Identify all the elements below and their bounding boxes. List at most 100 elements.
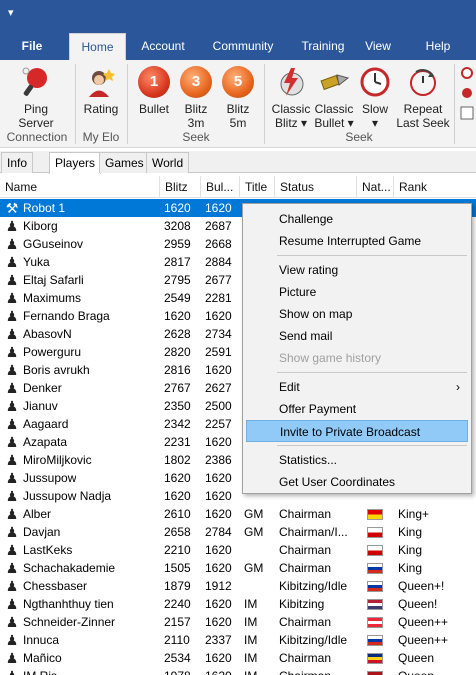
menu-item-offer-payment[interactable]: Offer Payment — [246, 398, 468, 420]
menu-item-invite-to-private-broadcast[interactable]: Invite to Private Broadcast — [246, 420, 468, 442]
cell-blitz: 2549 — [164, 291, 191, 305]
cell-blitz: 2342 — [164, 417, 191, 431]
cell-bullet: 1912 — [205, 579, 232, 593]
table-row[interactable]: ♟ Chessbaser 1879 1912 Kibitzing/Idle Queen+! — [0, 577, 476, 595]
column-header-bullet[interactable]: Bul... — [201, 176, 240, 198]
cell-blitz: 1620 — [164, 201, 191, 215]
column-header-name[interactable]: Name — [0, 176, 160, 198]
cell-name: AbasovN — [23, 327, 72, 341]
cell-status: Chairman — [279, 543, 332, 557]
cell-bullet: 1620 — [205, 597, 232, 611]
cell-name: Denker — [23, 381, 62, 395]
menu-item-show-game-history: Show game history — [246, 347, 468, 369]
cell-blitz: 2231 — [164, 435, 191, 449]
menu-item-show-on-map[interactable]: Show on map — [246, 303, 468, 325]
menu-item-statistics[interactable]: Statistics... — [246, 449, 468, 471]
menu-item-label: Challenge — [279, 212, 334, 226]
tab-help[interactable]: Help — [420, 33, 456, 60]
tab-games[interactable]: Games — [99, 152, 150, 173]
blitz-5m-button[interactable]: 5 Blitz 5m — [218, 64, 258, 130]
cell-bullet: 1620 — [205, 489, 232, 503]
ping-server-button[interactable]: Ping Server — [10, 64, 62, 130]
column-header-rank[interactable]: Rank — [394, 176, 476, 198]
cell-bullet: 2627 — [205, 381, 232, 395]
tab-account[interactable]: Account — [134, 33, 192, 60]
menu-item-label: Edit — [279, 380, 300, 394]
slow-button[interactable]: Slow ▾ — [356, 64, 394, 130]
cell-blitz: 1620 — [164, 489, 191, 503]
tab-file[interactable]: File — [12, 33, 52, 60]
cell-name: Alber — [23, 507, 52, 521]
table-row[interactable]: ♟ Mañico 2534 1620 IM Chairman Queen — [0, 649, 476, 667]
quick-access-dropdown[interactable]: ▾ — [8, 6, 14, 19]
table-row[interactable]: ♟ LastKeks 2210 1620 Chairman King — [0, 541, 476, 559]
tab-world[interactable]: World — [146, 152, 190, 173]
blitz-3m-button[interactable]: 3 Blitz 3m — [176, 64, 216, 130]
country-flag-icon — [367, 545, 383, 556]
tab-view[interactable]: View — [362, 33, 394, 60]
column-header-title[interactable]: Title — [240, 176, 275, 198]
menu-item-label: Invite to Private Broadcast — [280, 425, 421, 439]
small-tool-icon[interactable] — [460, 66, 474, 80]
blitz-5-ball-icon: 5 — [222, 66, 254, 98]
menu-item-view-rating[interactable]: View rating — [246, 259, 468, 281]
cell-status: Kibitzing/Idle — [279, 579, 348, 593]
cell-blitz: 2610 — [164, 507, 191, 521]
rating-button[interactable]: Rating — [80, 64, 122, 116]
table-row[interactable]: ♟ Schneider-Zinner 2157 1620 IM Chairman Queen… — [0, 613, 476, 631]
menu-item-send-mail[interactable]: Send mail — [246, 325, 468, 347]
small-tool-icon[interactable] — [460, 86, 474, 100]
column-header-nation[interactable]: Nat... — [357, 176, 394, 198]
chess-pawn-icon: ♟ — [5, 470, 19, 486]
country-flag-icon — [367, 599, 383, 610]
cell-bullet: 1620 — [205, 507, 232, 521]
table-row[interactable]: ♟ Davjan 2658 2784 GM Chairman/I... King — [0, 523, 476, 541]
tab-training[interactable]: Training — [294, 33, 352, 60]
cell-bullet: 1620 — [205, 651, 232, 665]
column-header-blitz[interactable]: Blitz — [160, 176, 201, 198]
cell-bullet: 1620 — [205, 561, 232, 575]
cell-name: Azapata — [23, 435, 68, 449]
classic-blitz-button[interactable]: Classic Blitz ▾ — [268, 64, 314, 130]
chess-pawn-icon: ♟ — [5, 524, 19, 540]
chess-pawn-icon: ♟ — [5, 614, 19, 630]
tab-players[interactable]: Players — [49, 152, 102, 174]
menu-item-picture[interactable]: Picture — [246, 281, 468, 303]
cell-blitz: 2820 — [164, 345, 191, 359]
menu-item-resume-interrupted-game[interactable]: Resume Interrupted Game — [246, 230, 468, 252]
title-bar: ▾ — [0, 0, 476, 30]
country-flag-icon — [367, 617, 383, 628]
cell-rank: King — [398, 561, 423, 575]
tab-home[interactable]: Home — [69, 33, 126, 60]
menu-item-edit[interactable]: Edit › — [246, 376, 468, 398]
cell-bullet: 1620 — [205, 363, 232, 377]
classic-bullet-button[interactable]: Classic Bullet ▾ — [312, 64, 356, 130]
cell-rank: Queen++ — [398, 633, 449, 647]
repeat-last-seek-button[interactable]: Repeat Last Seek — [396, 64, 450, 130]
country-flag-icon — [367, 671, 383, 675]
cell-name: Ngthanhthuy tien — [23, 597, 114, 611]
chess-pawn-icon: ♟ — [5, 452, 19, 468]
table-row[interactable]: ♟ Ngthanhthuy tien 2240 1620 IM Kibitzing Quee… — [0, 595, 476, 613]
cell-status: Kibitzing/Idle — [279, 633, 348, 647]
checkbox-icon[interactable] — [460, 106, 474, 120]
column-header-status[interactable]: Status — [275, 176, 357, 198]
bullet-button[interactable]: 1 Bullet — [134, 64, 174, 116]
cell-name: IM Ris — [23, 667, 57, 675]
table-row[interactable]: ♟ Schachakademie 1505 1620 GM Chairman King — [0, 559, 476, 577]
cell-name: Jussupow — [23, 471, 77, 485]
tab-community[interactable]: Community — [208, 33, 278, 60]
group-label-connection: Connection — [6, 130, 68, 144]
cell-bullet: 2687 — [205, 219, 232, 233]
table-row[interactable]: ♟ Innuca 2110 2337 IM Kibitzing/Idle Queen++ — [0, 631, 476, 649]
cell-status: Chairman — [279, 651, 332, 665]
menu-item-challenge[interactable]: Challenge — [246, 208, 468, 230]
cell-rank: King+ — [398, 507, 430, 521]
menu-item-get-user-coordinates[interactable]: Get User Coordinates — [246, 471, 468, 493]
chess-pawn-icon: ♟ — [5, 398, 19, 414]
cell-bullet: 2734 — [205, 327, 232, 341]
cell-bullet: 1620 — [205, 471, 232, 485]
tab-info[interactable]: Info — [1, 152, 34, 173]
table-row[interactable]: ♟ Alber 2610 1620 GM Chairman King+ — [0, 505, 476, 523]
table-row[interactable]: ♟IM Ris 1978 1620 IM Chairman Queen — [0, 667, 476, 675]
